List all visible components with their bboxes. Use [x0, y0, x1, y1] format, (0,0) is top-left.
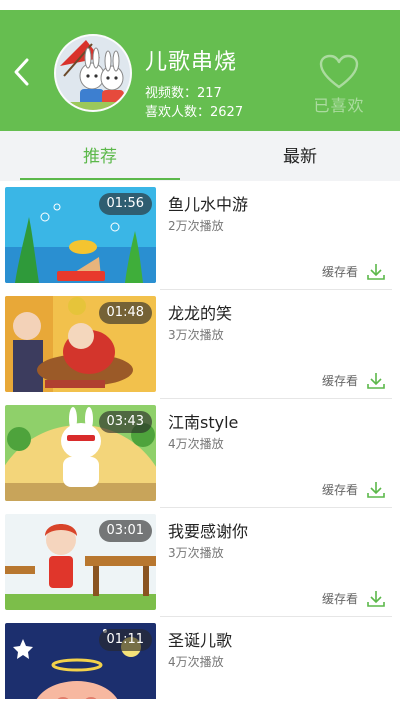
video-title: 圣诞儿歌 — [168, 631, 233, 650]
heart-outline-icon — [319, 54, 359, 89]
video-title: 龙龙的笑 — [168, 304, 233, 323]
status-bar — [0, 0, 400, 10]
cache-button[interactable]: 缓存看 — [322, 588, 385, 608]
video-thumbnail[interactable]: 03:01 — [5, 514, 156, 610]
play-count: 2万次播放 — [168, 219, 224, 233]
download-icon — [367, 481, 385, 498]
video-thumbnail[interactable]: 01:56 — [5, 187, 156, 283]
list-item[interactable]: 01:48 龙龙的笑 3万次播放 缓存看 — [0, 290, 400, 399]
cache-label: 缓存看 — [322, 265, 359, 279]
list-item[interactable]: 01:11 圣诞儿歌 4万次播放 — [0, 617, 400, 699]
play-count: 4万次播放 — [168, 437, 224, 451]
back-button[interactable] — [8, 54, 36, 90]
video-duration: 03:43 — [98, 411, 152, 433]
cache-label: 缓存看 — [322, 374, 359, 388]
active-tab-indicator — [20, 178, 180, 180]
cache-label: 缓存看 — [322, 592, 359, 606]
album-title: 儿歌串烧 — [145, 50, 238, 75]
cache-label: 缓存看 — [322, 483, 359, 497]
download-icon — [367, 372, 385, 389]
cache-button[interactable]: 缓存看 — [322, 370, 385, 390]
video-thumbnail[interactable]: 01:48 — [5, 296, 156, 392]
chevron-left-icon — [14, 58, 29, 86]
cache-button[interactable]: 缓存看 — [322, 261, 385, 281]
video-duration: 01:48 — [98, 302, 152, 324]
video-title: 我要感谢你 — [168, 522, 249, 541]
play-count: 3万次播放 — [168, 328, 224, 342]
tab-bar: 推荐 最新 — [0, 131, 400, 181]
video-count: 视频数：217 — [145, 86, 222, 101]
download-icon — [367, 263, 385, 280]
like-button[interactable]: 已喜欢 — [308, 54, 370, 120]
download-icon — [367, 590, 385, 607]
video-thumbnail[interactable]: 03:43 — [5, 405, 156, 501]
video-duration: 03:01 — [98, 520, 152, 542]
video-thumbnail[interactable]: 01:11 — [5, 623, 156, 699]
video-list: 01:56 鱼儿水中游 2万次播放 缓存看 01:48 龙龙的笑 3万次播放 缓… — [0, 181, 400, 699]
video-title: 鱼儿水中游 — [168, 195, 249, 214]
cache-button[interactable]: 缓存看 — [322, 479, 385, 499]
album-avatar — [54, 34, 132, 112]
tab-recommended[interactable]: 推荐 — [0, 131, 200, 181]
play-count: 4万次播放 — [168, 655, 224, 669]
video-duration: 01:11 — [98, 629, 152, 651]
album-header: 儿歌串烧 视频数：217 喜欢人数：2627 已喜欢 — [0, 10, 400, 131]
list-item[interactable]: 03:43 江南style 4万次播放 缓存看 — [0, 399, 400, 508]
video-duration: 01:56 — [98, 193, 152, 215]
like-count: 喜欢人数：2627 — [145, 105, 244, 120]
list-item[interactable]: 01:56 鱼儿水中游 2万次播放 缓存看 — [0, 181, 400, 290]
like-label: 已喜欢 — [313, 96, 365, 115]
bottom-edge — [0, 699, 400, 711]
list-item[interactable]: 03:01 我要感谢你 3万次播放 缓存看 — [0, 508, 400, 617]
video-title: 江南style — [168, 413, 239, 432]
tab-latest[interactable]: 最新 — [200, 131, 400, 181]
play-count: 3万次播放 — [168, 546, 224, 560]
